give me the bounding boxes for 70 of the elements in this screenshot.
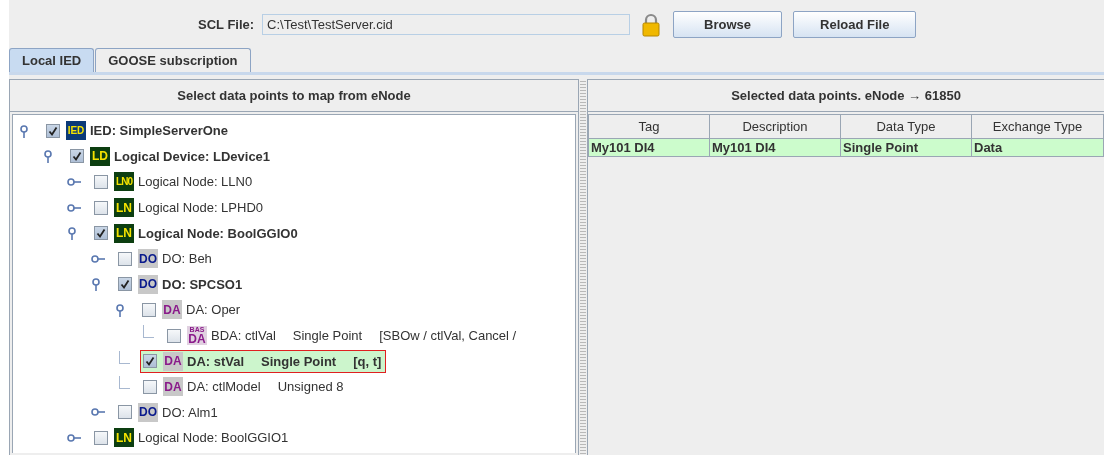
checkbox[interactable] (94, 200, 108, 215)
node-label: Logical Node: BoolGGIO0 (138, 225, 298, 241)
node-label: BDA: ctlVal (211, 328, 276, 344)
node-type-icon: DA (162, 300, 182, 320)
tree-row[interactable]: DA DA: ctlModel Unsigned 8 (140, 375, 349, 399)
toolbar-button[interactable]: Reload File (793, 11, 917, 38)
checkbox[interactable] (94, 175, 108, 189)
checkbox[interactable] (94, 226, 108, 241)
node-type-icon: LD (90, 146, 110, 166)
collapsed-handle-icon[interactable] (67, 175, 81, 189)
node-label: DO: Alm1 (162, 404, 218, 420)
tree-row[interactable]: DO DO: Beh (115, 247, 217, 271)
node-label: DO: SPCSO1 (162, 276, 243, 292)
tree-row[interactable]: DA DA: stVal Single Point [q, t] (140, 349, 387, 373)
tree-row[interactable]: LN0 Logical Node: LLN0 (91, 170, 258, 194)
tree-row[interactable]: DO DO: SPCSO1 (115, 272, 248, 296)
tab[interactable]: GOOSE subscription (95, 48, 251, 72)
checkbox[interactable] (118, 251, 132, 266)
options-text: [SBOw / ctlVal, Cancel / (379, 328, 517, 344)
node-label: DA: Oper (186, 302, 241, 318)
tree-row[interactable]: IED IED: SimpleServerOne (43, 119, 233, 143)
checkbox[interactable] (70, 149, 84, 164)
checkbox[interactable] (118, 405, 132, 420)
tree-row[interactable]: LN Logical Node: BoolGGIO1 (91, 426, 294, 450)
column-header[interactable]: Tag (588, 114, 710, 139)
table-row[interactable]: My101 DI4 My101 DI4 Single Point Data (588, 138, 1104, 157)
node-label: Logical Device: LDevice1 (114, 148, 271, 164)
node-type-icon: DA (163, 351, 183, 371)
node-type-icon: LN (114, 198, 134, 218)
node-type-icon: DA (163, 377, 183, 397)
node-type-icon: LN (114, 428, 134, 448)
column-header[interactable]: Data Type (840, 114, 972, 139)
node-label: DO: Beh (162, 251, 212, 267)
tree-row[interactable]: DO DO: Alm1 (115, 400, 223, 424)
column-header[interactable]: Description (709, 114, 841, 139)
column-header[interactable]: Exchange Type (971, 114, 1104, 139)
node-label: Logical Node: LPHD0 (138, 200, 264, 216)
lock-icon (642, 12, 661, 37)
tree-row[interactable]: LN Logical Node: BoolGGIO0 (91, 221, 303, 245)
checkbox[interactable] (94, 430, 108, 445)
node-label: Logical Node: BoolGGIO1 (138, 430, 289, 446)
tree-row[interactable]: LN Logical Node: LPHD0 (91, 196, 269, 220)
checkbox[interactable] (142, 302, 156, 317)
node-type-icon: DO (138, 402, 158, 422)
node-type-icon: LN0 (114, 172, 134, 192)
checkbox[interactable] (167, 328, 181, 343)
node-label: DA: stVal (187, 353, 245, 369)
node-label: Logical Node: LLN0 (138, 174, 253, 190)
checkbox[interactable] (118, 277, 132, 292)
toolbar-button[interactable]: Browse (673, 11, 783, 38)
scl-file-label: SCL File: (198, 17, 255, 32)
data-type-text: Single Point (261, 353, 337, 369)
scl-file-field[interactable]: C:\Test\TestServer.cid (262, 14, 631, 35)
node-type-icon: IED (66, 121, 86, 141)
checkbox[interactable] (143, 354, 157, 369)
node-type-icon: LN (114, 223, 134, 243)
options-text: [q, t] (353, 353, 382, 369)
node-type-icon: DO (138, 274, 158, 294)
panel-title: Selected data points. eNode → 61850 (588, 80, 1104, 112)
data-type-text: Unsigned 8 (277, 379, 344, 395)
data-type-text: Single Point (292, 328, 363, 344)
node-type-icon: DO (138, 249, 158, 269)
tree-row[interactable]: LD Logical Device: LDevice1 (67, 144, 276, 168)
panel-title: Select data points to map from eNode (10, 80, 578, 112)
tree-row[interactable]: DA DA: Oper (139, 298, 246, 322)
checkbox[interactable] (143, 379, 157, 394)
tab[interactable]: Local IED (9, 48, 95, 72)
node-label: DA: ctlModel (187, 379, 261, 395)
checkbox[interactable] (46, 123, 60, 138)
node-label: IED: SimpleServerOne (90, 123, 228, 139)
